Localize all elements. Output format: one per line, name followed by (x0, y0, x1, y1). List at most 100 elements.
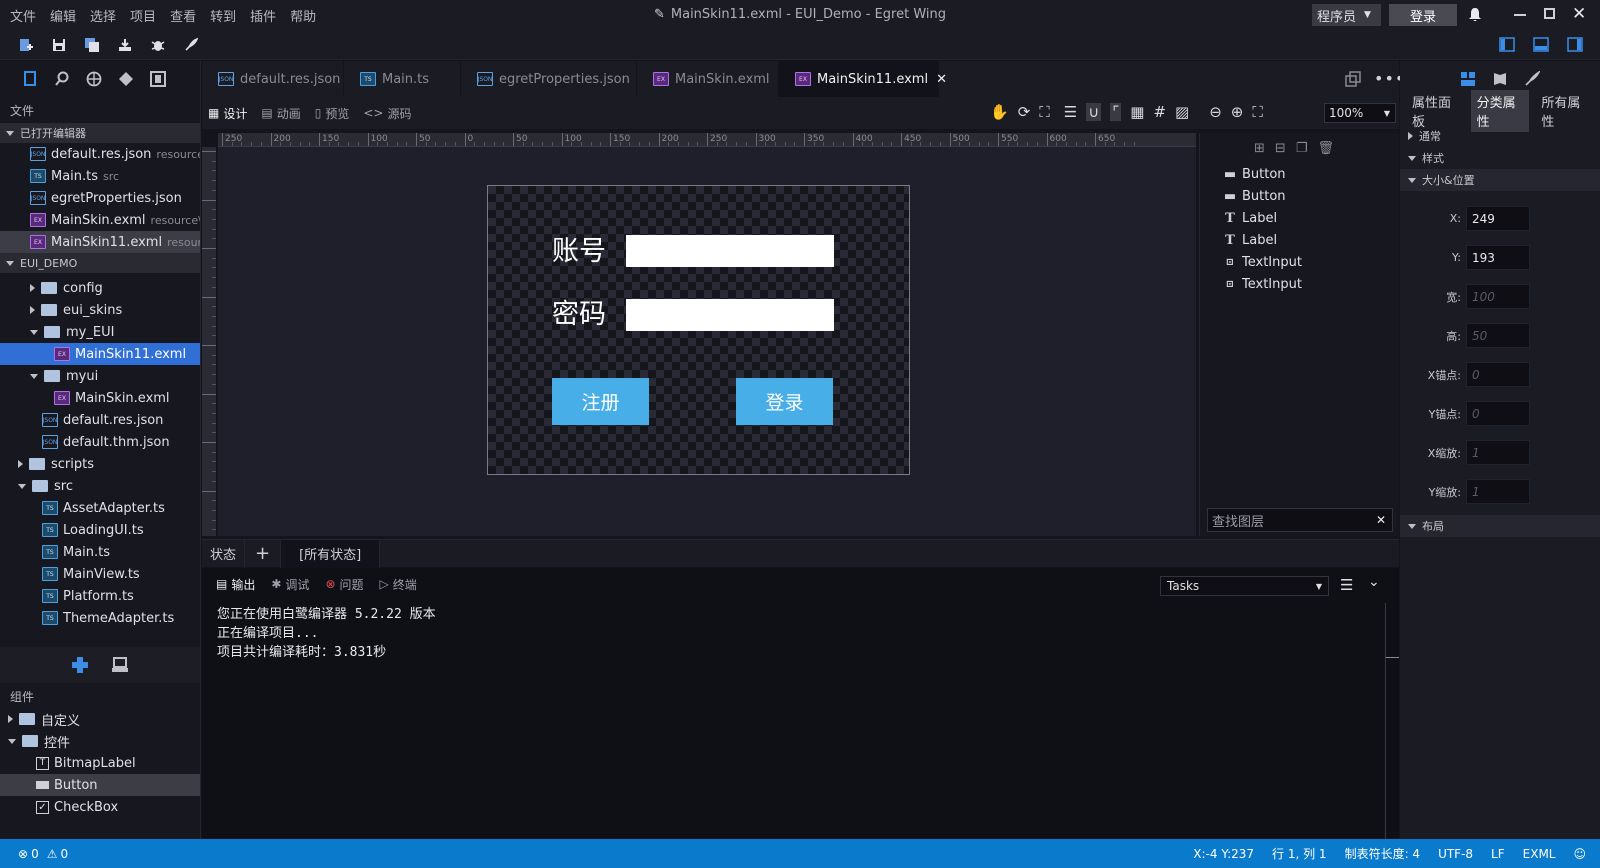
zoom-out-icon[interactable]: ⊖ (1209, 103, 1222, 121)
menu-select[interactable]: 选择 (90, 6, 116, 25)
problems-count[interactable]: ⊗ 0 ⚠ 0 (18, 847, 68, 861)
tab-egret-properties[interactable]: JSON egretProperties.json (461, 61, 637, 97)
skin-account-label[interactable]: 账号 (552, 229, 606, 268)
new-file-icon[interactable] (16, 35, 36, 55)
tree-file-themeadapter[interactable]: TS ThemeAdapter.ts (0, 607, 200, 629)
tree-file-platform[interactable]: TS Platform.ts (0, 585, 200, 607)
maximize-icon[interactable] (1544, 8, 1555, 19)
tree-folder-config[interactable]: config (0, 277, 200, 299)
tab-output[interactable]: ▤ 输出 (216, 576, 255, 593)
tab-category-props[interactable]: 分类属性 (1470, 90, 1530, 132)
tree-file-mainview[interactable]: TS MainView.ts (0, 563, 200, 585)
tab-mainskin[interactable]: EX MainSkin.exml (637, 61, 779, 97)
extensions-icon[interactable] (150, 71, 166, 87)
output-scrollbar[interactable] (1385, 603, 1399, 839)
menu-view[interactable]: 查看 (170, 6, 196, 25)
skin-register-button[interactable]: 注册 (552, 378, 649, 425)
tree-folder-eui-skins[interactable]: eui_skins (0, 299, 200, 321)
source-control-icon[interactable] (86, 71, 102, 87)
bell-icon[interactable] (1468, 7, 1482, 23)
prop-anchor-y-input[interactable]: 0 (1466, 401, 1530, 426)
tree-folder-src[interactable]: src (0, 475, 200, 497)
toggle-right-panel-icon[interactable] (1567, 37, 1583, 52)
grid-icon[interactable]: ▦ (1130, 103, 1144, 121)
open-editor-main-ts[interactable]: TS Main.ts src (0, 165, 200, 187)
layer-item-label[interactable]: T Label (1200, 229, 1399, 251)
search-icon[interactable] (54, 71, 70, 87)
menu-file[interactable]: 文件 (10, 6, 36, 25)
prop-y-input[interactable]: 193 (1466, 245, 1530, 270)
toggle-left-panel-icon[interactable] (1499, 37, 1515, 52)
state-all[interactable]: [所有状态] (281, 539, 381, 568)
smiley-icon[interactable]: ☺ (1573, 847, 1586, 861)
skin-password-label[interactable]: 密码 (552, 292, 606, 331)
status-cursor-position[interactable]: 行 1, 列 1 (1272, 845, 1327, 862)
tree-folder-my-eui[interactable]: my_EUI (0, 321, 200, 343)
save-icon[interactable] (49, 35, 69, 55)
magnet-icon[interactable]: ∪ (1086, 103, 1102, 121)
image-icon[interactable]: ▨ (1175, 103, 1189, 121)
trash-icon[interactable]: 🗑 (1317, 141, 1334, 156)
debug-bug-icon[interactable] (148, 35, 168, 55)
hash-grid-icon[interactable]: # (1153, 103, 1166, 121)
role-select[interactable]: 程序员 ▼ (1312, 4, 1381, 26)
fit-frame-icon[interactable]: ⛶ (1039, 103, 1050, 121)
status-language[interactable]: EXML (1523, 847, 1556, 861)
component-checkbox[interactable]: ✓ CheckBox (0, 796, 200, 818)
open-editor-default-res[interactable]: JSON default.res.json resource (0, 143, 200, 165)
split-editor-icon[interactable] (1345, 71, 1361, 87)
hand-icon[interactable]: ✋ (990, 103, 1009, 121)
tab-debug[interactable]: ✱ 调试 (271, 576, 309, 593)
tree-file-assetadapter[interactable]: TS AssetAdapter.ts (0, 497, 200, 519)
skin-preview[interactable]: 账号 密码 注册 登录 (487, 185, 910, 475)
group-style[interactable]: 样式 (1400, 147, 1600, 169)
prop-x-input[interactable]: 249 (1466, 206, 1530, 231)
prop-scale-x-input[interactable]: 1 (1466, 440, 1530, 465)
zoom-fit-icon[interactable]: ⛶ (1252, 103, 1263, 121)
menu-edit[interactable]: 编辑 (50, 6, 76, 25)
tree-file-loadingui[interactable]: TS LoadingUI.ts (0, 519, 200, 541)
publish-icon[interactable] (115, 35, 135, 55)
tree-file-default-thm[interactable]: JSON default.thm.json (0, 431, 200, 453)
layer-item-textinput[interactable]: ⊡ TextInput (1200, 273, 1399, 295)
login-button[interactable]: 登录 (1389, 4, 1457, 26)
close-window-icon[interactable]: ✕ (1572, 4, 1586, 24)
tab-all-props[interactable]: 所有属性 (1535, 90, 1594, 132)
clear-icon[interactable]: ✕ (1376, 513, 1386, 527)
prop-scale-y-input[interactable]: 1 (1466, 479, 1530, 504)
add-state-icon[interactable]: + (244, 539, 282, 568)
open-editors-header[interactable]: 已打开编辑器 (0, 123, 200, 143)
layer-item-label[interactable]: T Label (1200, 207, 1399, 229)
mode-animation[interactable]: ▤ 动画 (261, 105, 300, 122)
toggle-bottom-panel-icon[interactable] (1533, 37, 1549, 52)
prop-anchor-x-input[interactable]: 0 (1466, 362, 1530, 387)
tab-default-res-json[interactable]: JSON default.res.json (202, 61, 344, 97)
menu-help[interactable]: 帮助 (290, 6, 316, 25)
library-icon[interactable] (111, 656, 129, 674)
mode-source[interactable]: <> 源码 (363, 105, 411, 122)
mode-preview[interactable]: ▯ 预览 (315, 105, 350, 122)
prop-height-input[interactable]: 50 (1466, 323, 1530, 348)
menu-goto[interactable]: 转到 (210, 6, 236, 25)
menu-project[interactable]: 项目 (130, 6, 156, 25)
tab-terminal[interactable]: ▷ 终端 (380, 576, 417, 593)
layer-item-button[interactable]: ▬ Button (1200, 185, 1399, 207)
status-eol[interactable]: LF (1491, 847, 1505, 861)
component-button[interactable]: Button (0, 774, 200, 796)
tasks-select[interactable]: Tasks ▼ (1160, 576, 1329, 596)
save-all-icon[interactable] (82, 35, 102, 55)
layer-item-button[interactable]: ▬ Button (1200, 163, 1399, 185)
refresh-icon[interactable]: ⟳ (1018, 103, 1031, 121)
mode-design[interactable]: ▦ 设计 (208, 105, 247, 122)
git-icon[interactable] (118, 71, 134, 87)
open-editor-mainskin[interactable]: EX MainSkin.exml resource\... (0, 209, 200, 231)
files-icon[interactable] (22, 71, 38, 87)
tab-problems[interactable]: ⊗ 问题 (325, 576, 363, 593)
layers-stack-icon[interactable]: ☰ (1064, 103, 1077, 121)
book-icon[interactable] (1492, 71, 1508, 87)
status-encoding[interactable]: UTF-8 (1438, 847, 1473, 861)
properties-icon[interactable] (1460, 71, 1476, 87)
open-editor-egret-properties[interactable]: JSON egretProperties.json (0, 187, 200, 209)
tab-property-panel[interactable]: 属性面板 (1406, 90, 1465, 132)
open-editor-mainskin11[interactable]: EX MainSkin11.exml resour... (0, 231, 200, 253)
